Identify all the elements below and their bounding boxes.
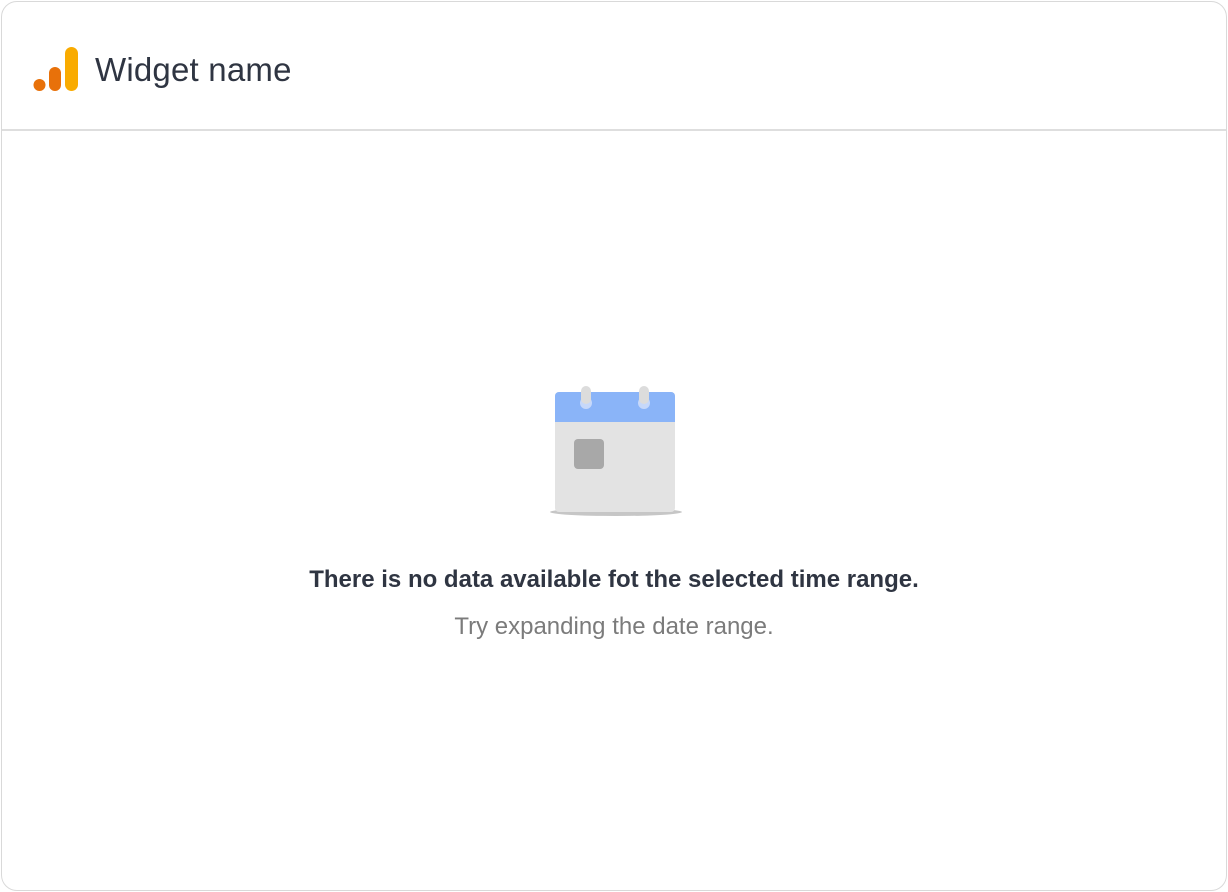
empty-state: There is no data available fot the selec… (2, 131, 1226, 890)
widget-header: Widget name (2, 2, 1226, 131)
widget-card: Widget name There is no data available f… (1, 1, 1227, 891)
analytics-bars-icon (33, 47, 78, 91)
widget-title: Widget name (95, 51, 292, 88)
empty-state-title: There is no data available fot the selec… (309, 566, 919, 593)
empty-state-subtitle: Try expanding the date range. (454, 613, 774, 640)
calendar-icon (550, 386, 682, 516)
